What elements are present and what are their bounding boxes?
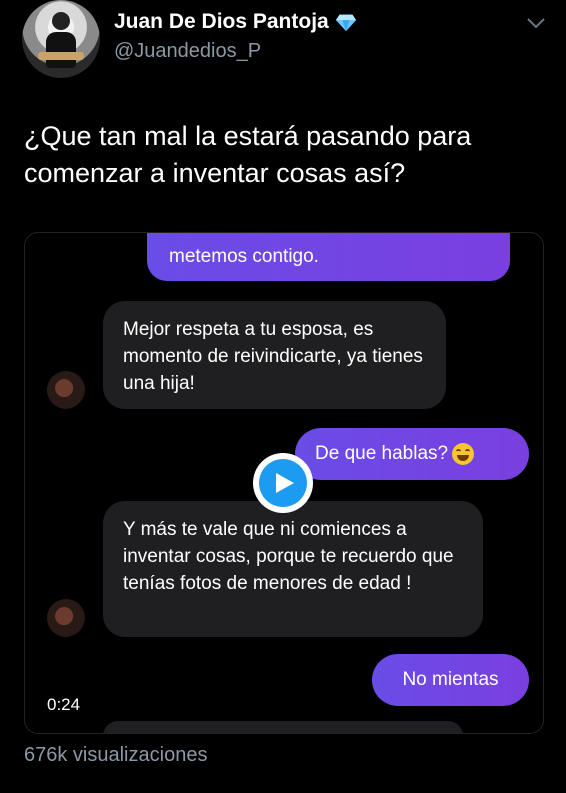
chat-bubble-outgoing: No mientas [372, 654, 529, 706]
tweet-text: ¿Que tan mal la estará pasando para come… [24, 121, 472, 188]
laughing-emoji-icon [452, 442, 475, 465]
user-handle[interactable]: @Juandedios_P [114, 40, 261, 63]
view-count: 676k visualizaciones [24, 744, 208, 766]
chevron-down-icon[interactable] [526, 16, 546, 30]
chat-bubble-outgoing: De que hablas? [295, 428, 529, 480]
chat-bubble-incoming: Mejor respeta a tu esposa, es momento de… [103, 301, 446, 409]
play-button-circle[interactable] [259, 459, 307, 507]
profile-avatar[interactable] [22, 0, 100, 78]
chat-message: metemos contigo. [169, 246, 319, 267]
display-name[interactable]: Juan De Dios Pantoja [114, 10, 357, 34]
avatar-chair [38, 52, 84, 60]
chat-message: Mejor respeta a tu esposa, es momento de… [123, 319, 423, 394]
avatar-body [46, 32, 76, 68]
video-player[interactable]: metemos contigo. Mejor respeta a tu espo… [24, 232, 544, 734]
chat-avatar [47, 599, 85, 637]
chat-bubble-partial [103, 721, 463, 733]
chat-message: Y más te vale que ni comiences a inventa… [123, 519, 454, 594]
play-icon [276, 473, 294, 493]
chat-message: De que hablas? [315, 443, 449, 464]
verified-diamond-icon [335, 14, 356, 32]
tweet-header: Juan De Dios Pantoja @Juandedios_P [0, 0, 566, 90]
play-button[interactable] [253, 453, 313, 513]
chat-message: No mientas [402, 669, 499, 690]
video-timestamp: 0:24 [39, 693, 89, 717]
display-name-text[interactable]: Juan De Dios Pantoja [114, 10, 329, 34]
avatar-head [52, 12, 70, 30]
chat-bubble-outgoing: metemos contigo. [147, 233, 510, 281]
chat-avatar [47, 371, 85, 409]
chat-bubble-incoming: Y más te vale que ni comiences a inventa… [103, 501, 483, 637]
